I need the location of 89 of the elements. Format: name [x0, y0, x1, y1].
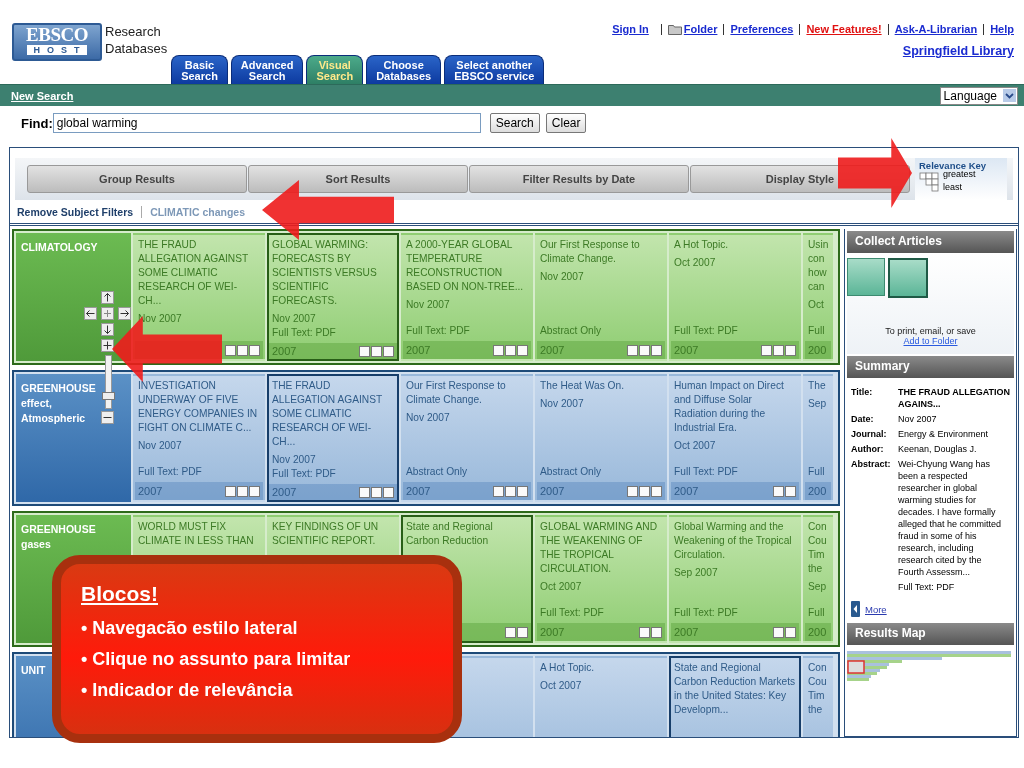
article-title: THE FRAUD ALLEGATION AGAINST SOME CLIMATIC RESEARCH OF WEI-CH...: [137, 238, 250, 308]
relevance-key-label: least: [943, 181, 963, 194]
article-title: The Heat Was On.: [539, 379, 625, 393]
article-date: Nov 2007: [405, 298, 451, 312]
article-title: Our First Response to Climate Change.: [539, 238, 641, 266]
article-title: Human Impact on Direct and Diffuse Solar Radiation during the Industrial Era.: [673, 379, 785, 435]
article-date: Nov 2007: [539, 397, 585, 411]
article-title: THE FRAUD ALLEGATION AGAINST SOME CLIMATIC RESEARCH OF WEI-CH...: [271, 379, 384, 449]
article-title: GLOBAL WARMING: FORECASTS BY SCIENTISTS VERSUS SCIENTIFIC FORECASTS.: [271, 238, 378, 308]
section-header: Results Map: [847, 623, 1014, 645]
article-access: Full Text: PDF: [137, 465, 203, 479]
summary-access: Full Text: PDF: [898, 581, 956, 593]
field-value: Energy & Environment: [898, 428, 990, 440]
article-title: A Hot Topic.: [673, 238, 730, 252]
article-year: 2007: [138, 484, 163, 498]
article-title: State and Regional Carbon Reduction Markets in the United States: Key Developm...: [673, 661, 797, 717]
article-date: Oct 2007: [539, 679, 583, 693]
find-label: Find:: [21, 115, 53, 131]
logo-text: Databases: [105, 40, 168, 57]
article-date: Nov 2007: [405, 411, 451, 425]
article-access: Full Text: PDF: [539, 606, 605, 620]
article-title: Con Cou Tim the: [807, 520, 828, 576]
article-date: Sep: [807, 397, 828, 411]
article-access: Abstract Only: [539, 324, 603, 338]
article-access: Full: [807, 465, 826, 479]
article-date: Nov 2007: [271, 453, 317, 467]
callout-bullet: • Indicador de relevância: [81, 680, 294, 701]
article-date: Sep 2007: [673, 566, 719, 580]
article-date: Oct: [807, 298, 825, 312]
field-label: Journal:: [851, 428, 888, 440]
article-year: 2007: [540, 484, 565, 498]
article-title: Our First Response to Climate Change.: [405, 379, 507, 407]
article-date: Nov 2007: [137, 439, 183, 453]
article-access: Full Text: PDF: [271, 467, 337, 481]
article-date: Nov 2007: [539, 270, 585, 284]
article-year: 2007: [674, 625, 699, 639]
article-year: 2007: [272, 485, 297, 499]
field-value: Wei-Chyung Wang has been a respected researcher in global warming studies for decades. I have formally alleged that he committed fraud in some of his research, including research cited by the Fourth Assessm...: [898, 458, 1003, 578]
article-year: 2007: [540, 625, 565, 639]
field-value: Nov 2007: [898, 413, 938, 425]
article-title: WORLD MUST FIX CLIMATE IN LESS THAN: [137, 520, 255, 548]
article-date: Oct 2007: [539, 580, 583, 594]
collect-hint: To print, email, or save: [885, 326, 976, 336]
article-title: Con Cou Tim the: [807, 661, 828, 717]
callout-bullet: • Navegacão estilo lateral: [81, 618, 299, 639]
article-year: 2007: [406, 484, 431, 498]
article-access: Full Text: PDF: [405, 324, 471, 338]
field-label: Abstract:: [851, 458, 892, 471]
article-date: Nov 2007: [271, 312, 317, 326]
article-date: Oct 2007: [673, 439, 717, 453]
field-value: Keenan, Douglas J.: [898, 443, 978, 455]
article-title: GLOBAL WARMING AND THE WEAKENING OF THE TROPICAL CIRCULATION.: [539, 520, 658, 576]
article-year: 2007: [272, 344, 297, 358]
article-title: KEY FINDINGS OF UN SCIENTIFIC REPORT.: [271, 520, 380, 548]
article-year: 2007: [406, 343, 431, 357]
field-label: Title:: [851, 386, 874, 399]
callout-title: Blocos!: [81, 582, 159, 606]
article-access: Full Text: PDF: [673, 465, 739, 479]
article-year: 2007: [674, 484, 699, 498]
article-title: The: [807, 379, 827, 393]
logo-text: Research: [105, 23, 162, 40]
article-title: State and Regional Carbon Reduction: [405, 520, 494, 548]
section-header: Collect Articles: [847, 231, 1014, 253]
article-title: A 2000-YEAR GLOBAL TEMPERATURE RECONSTRUCTION BASED ON NON-TREE...: [405, 238, 525, 294]
article-title: Usin con how can: [807, 238, 830, 294]
article-title: INVESTIGATION UNDERWAY OF FIVE ENERGY COMPANIES IN FIGHT ON CLIMATE C...: [137, 379, 259, 435]
article-access: Full: [807, 324, 826, 338]
field-value: THE FRAUD ALLEGATION AGAINS...: [898, 386, 1010, 410]
article-access: Abstract Only: [539, 465, 603, 479]
field-label: Date:: [851, 413, 875, 425]
article-year: 2007: [674, 343, 699, 357]
article-date: Oct 2007: [673, 256, 717, 270]
article-year: 200: [808, 484, 827, 498]
article-date: Sep: [807, 580, 828, 594]
article-access: Full: [807, 606, 826, 620]
article-access: Full Text: PDF: [271, 326, 337, 340]
section-header: Summary: [847, 356, 1014, 378]
field-label: Author:: [851, 443, 885, 455]
article-access: Abstract Only: [405, 465, 469, 479]
article-title: A Hot Topic.: [539, 661, 596, 675]
callout-bullet: • Clique no assunto para limitar: [81, 649, 352, 670]
article-access: Full Text: PDF: [673, 606, 739, 620]
relevance-key-label: greatest: [943, 169, 976, 181]
article-title: Global Warming and the Weakening of the Tropical Circulation.: [673, 520, 793, 562]
relevance-key-title: Relevance Key: [919, 160, 988, 171]
article-access: Full Text: PDF: [673, 324, 739, 338]
article-year: 200: [808, 625, 827, 639]
article-year: 200: [808, 343, 827, 357]
article-year: 2007: [540, 343, 565, 357]
